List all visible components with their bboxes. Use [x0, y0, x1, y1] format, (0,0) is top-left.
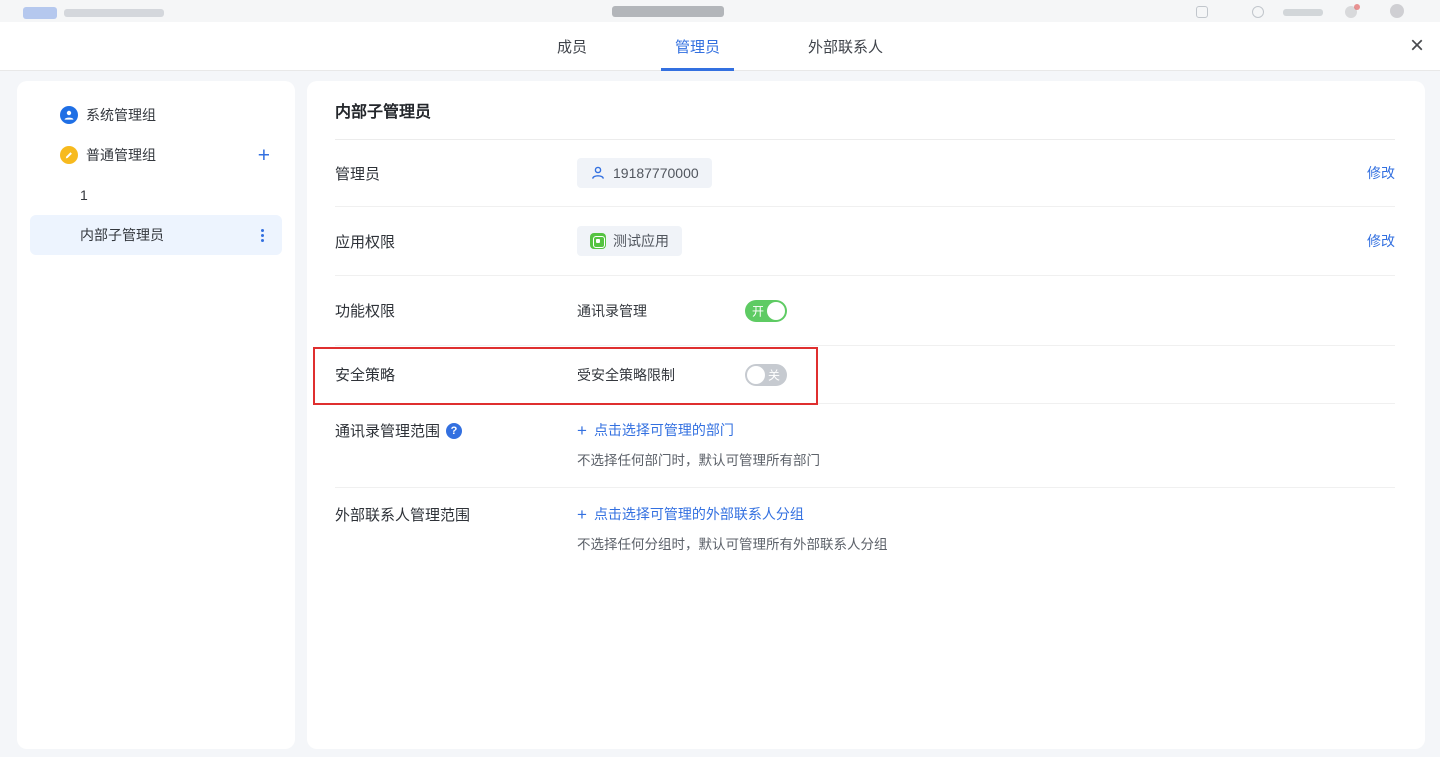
external-contacts-scope-row: 外部联系人管理范围 + 点击选择可管理的外部联系人分组 不选择任何分组时，默认可… [335, 488, 1395, 578]
user-outline-icon [590, 165, 606, 181]
admin-row: 管理员 19187770000 修改 [335, 140, 1395, 207]
security-policy-text: 受安全策略限制 [577, 365, 675, 385]
security-policy-toggle[interactable]: 关 [745, 364, 787, 386]
departments-hint: 不选择任何部门时，默认可管理所有部门 [577, 449, 820, 469]
row-label: 安全策略 [335, 364, 577, 385]
tab-members[interactable]: 成员 [513, 22, 631, 70]
toggle-off-label: 关 [768, 366, 780, 383]
row-label: 管理员 [335, 163, 577, 184]
background-text [1283, 9, 1323, 16]
sidebar-item-normal-admin-group[interactable]: 普通管理组 + [30, 135, 282, 175]
contacts-scope-row: 通讯录管理范围 ? + 点击选择可管理的部门 不选择任何部门时，默认可管理所有部… [335, 404, 1395, 488]
help-icon[interactable]: ? [446, 423, 462, 439]
row-label: 外部联系人管理范围 [335, 504, 577, 525]
contacts-management-toggle[interactable]: 开 [745, 300, 787, 322]
background-grid-icon [1196, 6, 1208, 18]
plus-icon: + [577, 506, 587, 523]
select-external-groups-link[interactable]: + 点击选择可管理的外部联系人分组 [577, 504, 888, 524]
tab-external-contacts[interactable]: 外部联系人 [764, 22, 927, 70]
app-name: 测试应用 [613, 231, 669, 251]
page-title: 内部子管理员 [335, 81, 1395, 140]
pencil-icon [60, 146, 78, 164]
admin-member-chip[interactable]: 19187770000 [577, 158, 712, 188]
toggle-knob [747, 366, 765, 384]
more-options-icon[interactable] [261, 229, 282, 242]
security-policy-row: 安全策略 受安全策略限制 关 [335, 346, 1395, 404]
background-search-icon [1252, 6, 1264, 18]
app-chip[interactable]: 测试应用 [577, 226, 682, 256]
feature-permission-row: 功能权限 通讯录管理 开 [335, 276, 1395, 346]
background-page-header [0, 0, 1440, 22]
sidebar-item-label: 系统管理组 [86, 105, 156, 125]
admin-detail-panel: 内部子管理员 管理员 19187770000 修改 应用权限 测试应用 [307, 81, 1425, 749]
modify-admin-link[interactable]: 修改 [1367, 163, 1395, 183]
background-center-text [612, 6, 724, 17]
row-label: 功能权限 [335, 300, 577, 321]
select-departments-link[interactable]: + 点击选择可管理的部门 [577, 420, 820, 440]
app-permission-row: 应用权限 测试应用 修改 [335, 207, 1395, 276]
background-logo [23, 7, 57, 19]
sidebar-item-1[interactable]: 1 [30, 175, 282, 215]
sidebar-item-label: 1 [80, 187, 88, 203]
plus-icon: + [577, 422, 587, 439]
feature-name: 通讯录管理 [577, 301, 647, 321]
modal-body: 系统管理组 普通管理组 + 1 内部子管理员 [0, 71, 1440, 757]
admin-settings-modal: 成员 管理员 外部联系人 × 系统管理组 普通管理组 [0, 22, 1440, 757]
app-icon [590, 233, 606, 249]
sidebar-item-internal-sub-admin[interactable]: 内部子管理员 [30, 215, 282, 255]
screen: 成员 管理员 外部联系人 × 系统管理组 普通管理组 [0, 0, 1440, 757]
close-icon[interactable]: × [1410, 34, 1424, 58]
tabs: 成员 管理员 外部联系人 [513, 22, 927, 70]
background-notification-dot [1354, 4, 1360, 10]
sidebar-item-label: 内部子管理员 [80, 225, 164, 245]
modify-app-link[interactable]: 修改 [1367, 231, 1395, 251]
add-group-icon[interactable]: + [258, 145, 282, 166]
row-label: 应用权限 [335, 231, 577, 252]
admin-phone: 19187770000 [613, 165, 699, 181]
background-title-text [64, 9, 164, 17]
toggle-on-label: 开 [752, 302, 764, 319]
user-icon [60, 106, 78, 124]
sidebar-item-system-admin-group[interactable]: 系统管理组 [30, 95, 282, 135]
external-groups-hint: 不选择任何分组时，默认可管理所有外部联系人分组 [577, 533, 888, 553]
row-label: 通讯录管理范围 ? [335, 420, 577, 441]
modal-tab-bar: 成员 管理员 外部联系人 × [0, 22, 1440, 71]
tab-admins[interactable]: 管理员 [631, 22, 764, 70]
sidebar-item-label: 普通管理组 [86, 145, 156, 165]
background-avatar [1390, 4, 1404, 18]
toggle-knob [767, 302, 785, 320]
admin-groups-sidebar: 系统管理组 普通管理组 + 1 内部子管理员 [17, 81, 295, 749]
